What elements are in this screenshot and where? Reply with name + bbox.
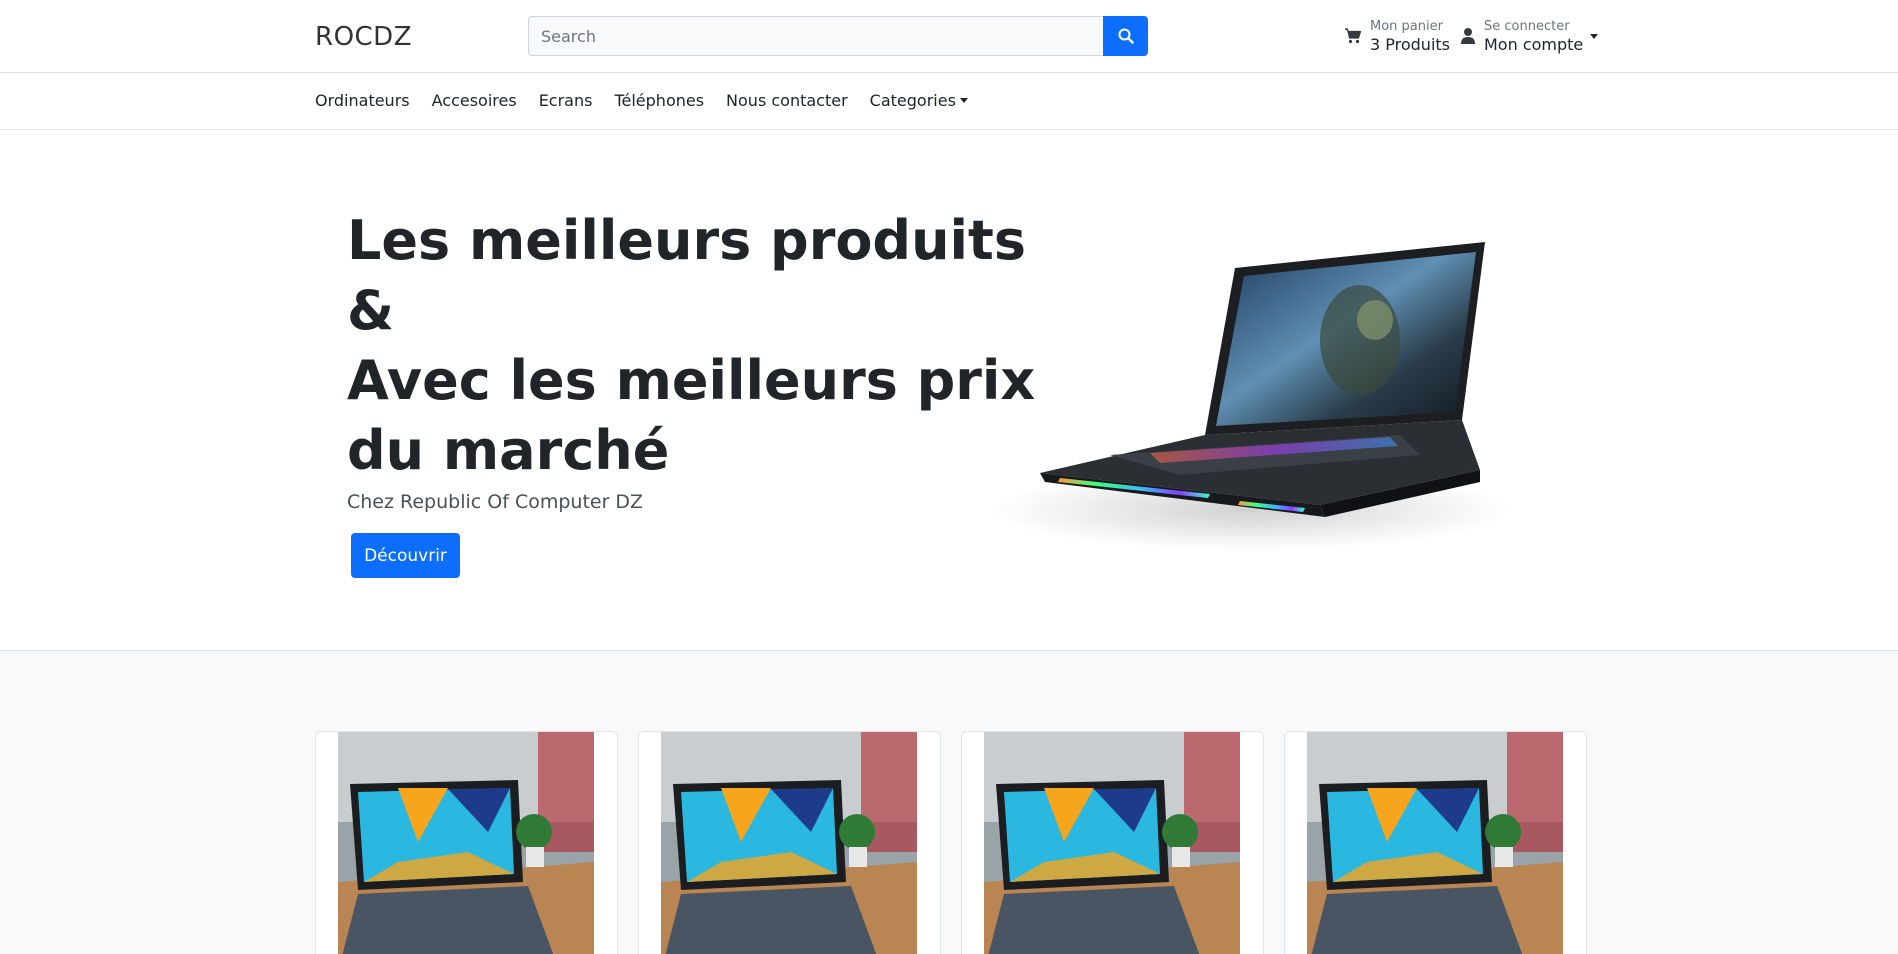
account-dropdown[interactable]: Se connecter Mon compte: [1460, 19, 1599, 55]
discover-button[interactable]: Découvrir: [351, 533, 460, 578]
nav-item-categories[interactable]: Categories: [870, 91, 968, 110]
cart-link[interactable]: Mon panier 3 Produits: [1344, 19, 1450, 55]
search-bar: [528, 16, 1148, 56]
chevron-down-icon: [1590, 34, 1599, 39]
product-card[interactable]: [315, 731, 618, 954]
nav-item-contact[interactable]: Nous contacter: [726, 91, 848, 110]
products-section: [0, 651, 1898, 954]
account-title: Mon compte: [1484, 35, 1584, 54]
cart-count: 3 Produits: [1370, 35, 1450, 54]
product-image: [338, 732, 594, 954]
cart-icon: [1345, 28, 1362, 44]
hero-title-line: Avec les meilleurs prix: [347, 349, 1036, 412]
gaming-laptop-image: [990, 242, 1510, 550]
cart-label: Mon panier: [1370, 19, 1443, 34]
nav-item-telephones[interactable]: Téléphones: [614, 91, 704, 110]
caret-down-icon: [959, 98, 968, 103]
user-icon: [1461, 28, 1475, 44]
search-input[interactable]: [528, 16, 1103, 56]
nav-item-ordinateurs[interactable]: Ordinateurs: [315, 91, 410, 110]
hero-section: Les meilleurs produits & Avec les meille…: [0, 130, 1898, 651]
top-header: ROCDZ Mon panier 3 Produits Se connecter: [0, 0, 1898, 73]
product-card[interactable]: [638, 731, 941, 954]
product-image: [1307, 732, 1563, 954]
brand-logo[interactable]: ROCDZ: [315, 22, 412, 52]
nav-item-ecrans[interactable]: Ecrans: [539, 91, 593, 110]
hero-subtitle: Chez Republic Of Computer DZ: [347, 491, 644, 513]
hero-title-line: Les meilleurs produits: [347, 209, 1026, 272]
account-label: Se connecter: [1484, 19, 1570, 34]
product-image: [984, 732, 1240, 954]
product-card[interactable]: [961, 731, 1264, 954]
categories-label: Categories: [869, 91, 956, 110]
search-button[interactable]: [1103, 16, 1148, 56]
hero-title: Les meilleurs produits & Avec les meille…: [347, 206, 1036, 486]
main-nav: Ordinateurs Accesoires Ecrans Téléphones…: [0, 73, 1898, 130]
product-card[interactable]: [1284, 731, 1587, 954]
nav-item-accesoires[interactable]: Accesoires: [432, 91, 517, 110]
hero-title-line: du marché: [347, 419, 670, 482]
hero-title-line: &: [347, 279, 395, 342]
product-image: [661, 732, 917, 954]
search-icon: [1118, 28, 1134, 44]
